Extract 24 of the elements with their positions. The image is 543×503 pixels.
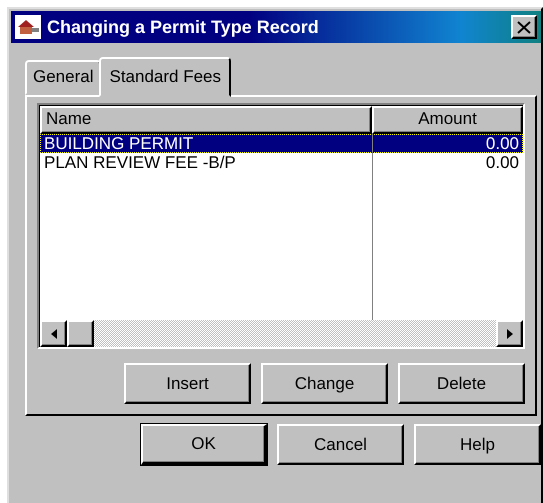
table-cell-text: 0.00: [484, 134, 520, 153]
table-row[interactable]: BUILDING PERMIT 0.00: [40, 134, 523, 153]
ok-button[interactable]: OK: [141, 424, 267, 465]
help-button[interactable]: Help: [414, 424, 541, 465]
table-cell-text: 0.00: [484, 153, 520, 172]
table-cell-text: BUILDING PERMIT: [43, 134, 194, 153]
insert-button[interactable]: Insert: [124, 363, 251, 404]
tab[interactable]: Standard Fees: [99, 57, 231, 97]
change-button[interactable]: Change: [261, 363, 388, 404]
scroll-left-icon[interactable]: [40, 320, 67, 347]
horizontal-scrollbar[interactable]: [40, 320, 523, 347]
delete-button[interactable]: Delete: [398, 363, 525, 404]
close-button[interactable]: [511, 15, 537, 39]
tab[interactable]: General: [25, 60, 102, 95]
house-icon: [15, 15, 41, 39]
window-title: Changing a Permit Type Record: [47, 16, 320, 38]
scroll-right-icon[interactable]: [496, 320, 523, 347]
table-row[interactable]: PLAN REVIEW FEE -B/P 0.00: [40, 153, 523, 172]
cancel-button[interactable]: Cancel: [277, 424, 404, 465]
column-header[interactable]: Amount: [372, 106, 523, 134]
table-cell-text: PLAN REVIEW FEE -B/P: [43, 153, 237, 172]
scroll-thumb[interactable]: [67, 320, 94, 347]
close-icon: [517, 20, 531, 34]
column-header[interactable]: Name: [40, 106, 372, 134]
